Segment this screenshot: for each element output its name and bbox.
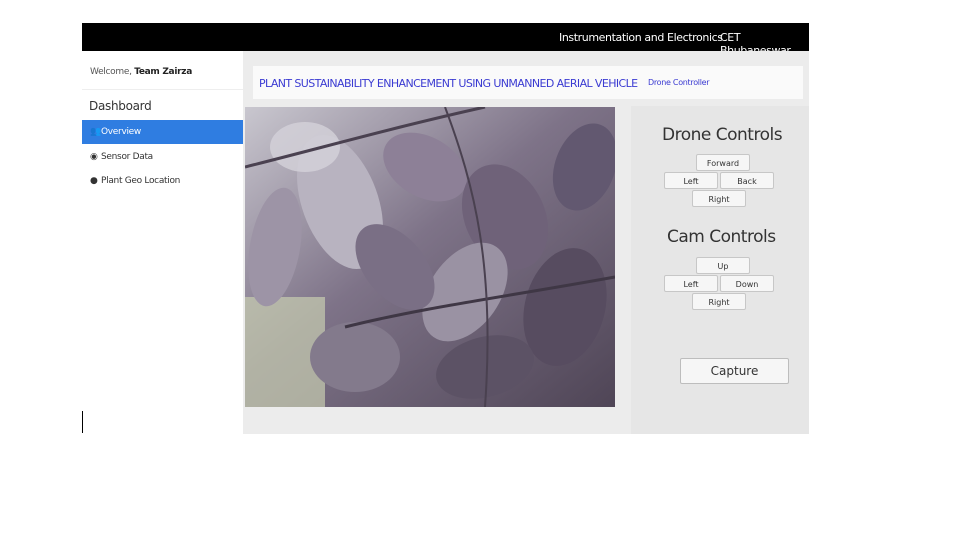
sidebar: Welcome, Team Zairza Dashboard 👥 Overvie… bbox=[82, 51, 243, 434]
drone-controls-heading: Drone Controls bbox=[662, 125, 783, 145]
eye-icon: ◉ bbox=[90, 152, 98, 162]
sidebar-item-label: Plant Geo Location bbox=[101, 176, 181, 186]
drone-right-button[interactable]: Right bbox=[692, 190, 746, 207]
users-icon: 👥 bbox=[90, 127, 101, 137]
cam-left-button[interactable]: Left bbox=[664, 275, 718, 292]
capture-button[interactable]: Capture bbox=[680, 358, 789, 384]
cam-up-button[interactable]: Up bbox=[696, 257, 750, 274]
sidebar-item-plant-geo-location[interactable]: ● Plant Geo Location bbox=[82, 169, 243, 193]
divider bbox=[82, 89, 243, 90]
control-panel: Drone Controls Forward Left Back Right C… bbox=[631, 106, 809, 434]
cam-controls-heading: Cam Controls bbox=[667, 227, 776, 247]
sidebar-item-label: Sensor Data bbox=[101, 152, 153, 162]
sidebar-item-label: Overview bbox=[101, 127, 141, 137]
page-title: PLANT SUSTAINABILITY ENHANCEMENT USING U… bbox=[259, 77, 638, 90]
drone-controller-link[interactable]: Drone Controller bbox=[648, 78, 710, 87]
top-bar: Instrumentation and Electronics CET Bhub… bbox=[82, 23, 809, 57]
main-content: PLANT SUSTAINABILITY ENHANCEMENT USING U… bbox=[243, 51, 809, 434]
welcome-prefix: Welcome, bbox=[90, 67, 132, 77]
cam-down-button[interactable]: Down bbox=[720, 275, 774, 292]
globe-icon: ● bbox=[90, 176, 98, 186]
welcome-user-name: Team Zairza bbox=[134, 67, 192, 77]
welcome-text: Welcome, Team Zairza bbox=[90, 67, 192, 77]
drone-left-button[interactable]: Left bbox=[664, 172, 718, 189]
drone-forward-button[interactable]: Forward bbox=[696, 154, 750, 171]
department-label: Instrumentation and Electronics bbox=[559, 31, 723, 44]
sidebar-item-sensor-data[interactable]: ◉ Sensor Data bbox=[82, 145, 243, 169]
dashboard-heading: Dashboard bbox=[89, 99, 152, 113]
title-bar: PLANT SUSTAINABILITY ENHANCEMENT USING U… bbox=[253, 66, 803, 99]
leaf-image bbox=[245, 107, 615, 407]
camera-feed bbox=[245, 107, 615, 407]
sidebar-item-overview[interactable]: 👥 Overview bbox=[82, 120, 243, 144]
cam-right-button[interactable]: Right bbox=[692, 293, 746, 310]
drone-back-button[interactable]: Back bbox=[720, 172, 774, 189]
app-window: Instrumentation and Electronics CET Bhub… bbox=[82, 23, 809, 434]
text-cursor bbox=[82, 411, 83, 433]
